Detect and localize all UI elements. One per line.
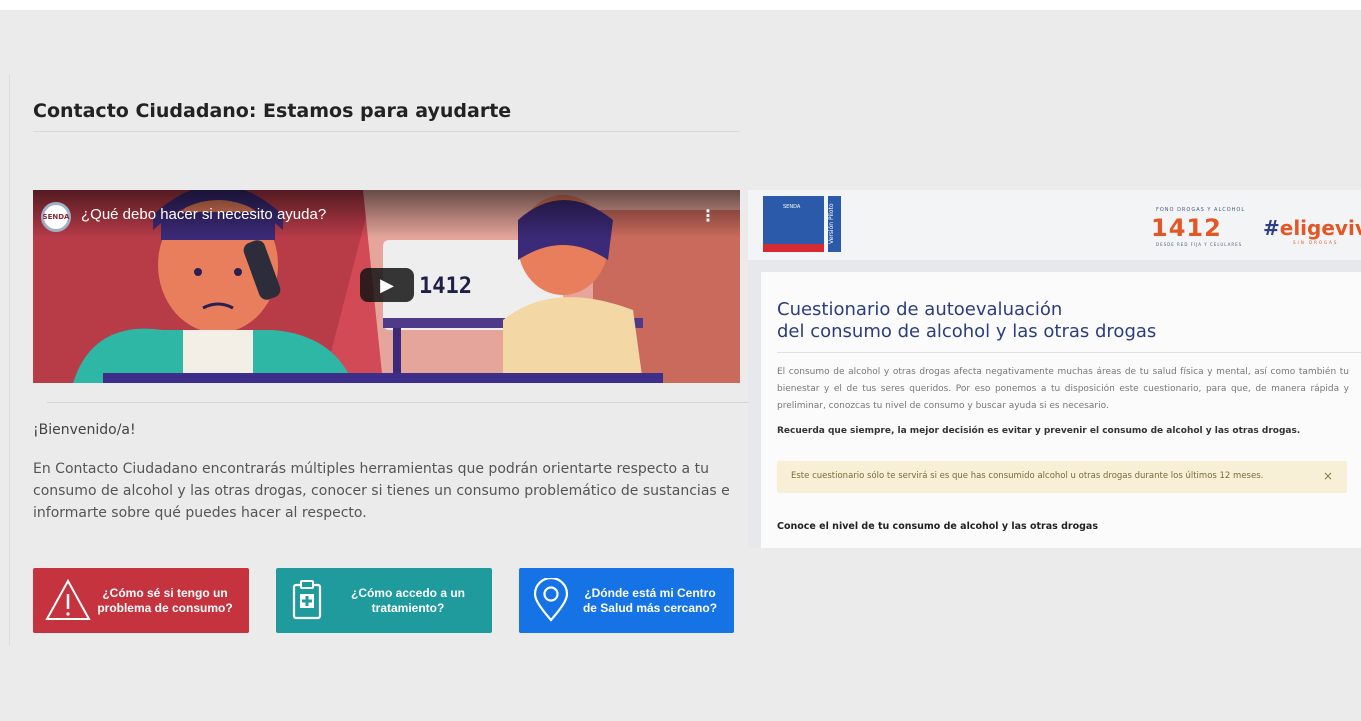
- questionnaire-note: Recuerda que siempre, la mejor decisión …: [777, 426, 1301, 436]
- card-divider: [777, 352, 1361, 353]
- warning-icon: [45, 578, 91, 620]
- location-pin-icon: [533, 578, 569, 622]
- section-heading: Conoce el nivel de tu consumo de alcohol…: [777, 521, 1098, 532]
- pilot-version-tag: Versión Piloto: [828, 196, 841, 252]
- consumption-problem-button[interactable]: ¿Cómo sé si tengo un problema de consumo…: [33, 568, 249, 633]
- video-title[interactable]: ¿Qué debo hacer si necesito ayuda?: [81, 206, 326, 223]
- alert-text: Este cuestionario sólo te servirá si es …: [791, 471, 1264, 481]
- senda-logo: SENDA: [763, 196, 824, 252]
- channel-avatar[interactable]: SENDA: [41, 202, 71, 232]
- hashtag-word: eligevivir: [1279, 216, 1361, 240]
- hashtag-sub: SIN DROGAS: [1293, 240, 1339, 245]
- health-center-label: ¿Dónde está mi Centro de Salud más cerca…: [582, 585, 718, 615]
- more-options-icon[interactable]: ⋮: [700, 206, 716, 225]
- questionnaire-title: Cuestionario de autoevaluación del consu…: [777, 299, 1157, 342]
- play-button[interactable]: ▶: [360, 268, 414, 302]
- medical-kit-icon: [292, 580, 322, 620]
- play-icon: ▶: [380, 274, 394, 296]
- treatment-access-label: ¿Cómo accedo a un tratamiento?: [350, 585, 466, 615]
- questionnaire-header: SENDA Versión Piloto FONO DROGAS Y ALCOH…: [748, 190, 1361, 260]
- intro-paragraph: En Contacto Ciudadano encontrarás múltip…: [33, 461, 730, 521]
- fono-sub: DESDE RED FIJA Y CELULARES: [1156, 242, 1243, 247]
- health-center-button[interactable]: ¿Dónde está mi Centro de Salud más cerca…: [519, 568, 734, 633]
- questionnaire-card: Cuestionario de autoevaluación del consu…: [761, 272, 1361, 548]
- senda-logo-text: SENDA: [783, 204, 801, 210]
- video-player[interactable]: SENDA ¿Qué debo hacer si necesito ayuda?…: [33, 190, 740, 383]
- fono-number: 1412: [1151, 214, 1222, 242]
- video-screen-number: 1412: [419, 274, 472, 299]
- treatment-access-button[interactable]: ¿Cómo accedo a un tratamiento?: [276, 568, 492, 633]
- top-band: [0, 0, 1361, 10]
- close-icon[interactable]: ×: [1323, 469, 1333, 483]
- hashtag-logo: #eligevivir: [1263, 216, 1361, 240]
- eligibility-alert: Este cuestionario sólo te servirá si es …: [777, 461, 1347, 493]
- title-divider: [33, 131, 740, 132]
- consumption-problem-label: ¿Cómo sé si tengo un problema de consumo…: [97, 585, 233, 615]
- section-divider: [47, 402, 752, 403]
- questionnaire-description: El consumo de alcohol y otras drogas afe…: [777, 367, 1349, 411]
- questionnaire-preview[interactable]: SENDA Versión Piloto FONO DROGAS Y ALCOH…: [748, 190, 1361, 548]
- left-divider: [9, 75, 10, 645]
- welcome-text: ¡Bienvenido/a!: [33, 422, 136, 438]
- page-title: Contacto Ciudadano: Estamos para ayudart…: [33, 100, 512, 122]
- fono-label: FONO DROGAS Y ALCOHOL: [1156, 207, 1246, 213]
